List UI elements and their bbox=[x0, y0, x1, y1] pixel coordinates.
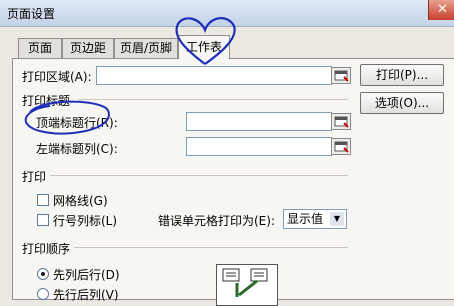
tab-page[interactable]: 页面 bbox=[18, 38, 62, 58]
range-select-icon bbox=[334, 141, 349, 153]
gridlines-checkbox[interactable] bbox=[37, 194, 49, 206]
print-titles-divider bbox=[78, 99, 348, 100]
range-select-icon bbox=[334, 116, 349, 128]
page-order-preview bbox=[216, 264, 278, 306]
tab-margins[interactable]: 页边距 bbox=[62, 38, 114, 58]
row-col-headings-checkbox[interactable] bbox=[37, 214, 49, 226]
top-rows-range-button[interactable] bbox=[331, 113, 351, 130]
window-title: 页面设置 bbox=[7, 7, 56, 21]
page-order-diagram-icon bbox=[222, 268, 268, 297]
down-then-over-label: 先列后行(D) bbox=[53, 268, 120, 282]
cell-errors-select[interactable]: 显示值 ▼ bbox=[283, 209, 347, 229]
row-col-headings-label: 行号列标(L) bbox=[53, 214, 118, 228]
close-button[interactable]: ✕ bbox=[428, 0, 454, 20]
close-icon: ✕ bbox=[437, 2, 448, 17]
options-button[interactable]: 选项(O)... bbox=[360, 92, 444, 114]
page-order-divider bbox=[74, 247, 348, 248]
tab-header-footer[interactable]: 页眉/页脚 bbox=[114, 38, 178, 58]
options-button-label: 选项(O)... bbox=[374, 96, 430, 110]
tab-header-footer-label: 页眉/页脚 bbox=[119, 41, 173, 55]
gridlines-label: 网格线(G) bbox=[53, 194, 108, 208]
range-select-icon bbox=[334, 70, 349, 82]
left-cols-input[interactable] bbox=[186, 137, 332, 156]
heart-annotation-icon bbox=[175, 17, 236, 65]
tab-page-label: 页面 bbox=[27, 41, 52, 55]
radio-selected-dot bbox=[41, 272, 45, 276]
tab-margins-label: 页边距 bbox=[69, 41, 106, 55]
left-cols-range-button[interactable] bbox=[331, 138, 351, 155]
down-then-over-radio[interactable] bbox=[37, 268, 49, 280]
over-then-down-label: 先行后列(V) bbox=[53, 288, 119, 302]
left-cols-label: 左端标题列(C): bbox=[36, 142, 118, 156]
print-area-range-button[interactable] bbox=[331, 67, 351, 84]
circle-annotation-icon bbox=[24, 100, 110, 135]
print-divider bbox=[50, 175, 348, 176]
print-button-label: 打印(P)... bbox=[375, 68, 429, 82]
chevron-down-icon: ▼ bbox=[330, 212, 344, 226]
page-order-heading: 打印顺序 bbox=[22, 242, 71, 256]
print-area-label: 打印区域(A): bbox=[22, 70, 92, 84]
cell-errors-value: 显示值 bbox=[287, 212, 324, 226]
print-button[interactable]: 打印(P)... bbox=[360, 64, 444, 86]
print-area-input[interactable] bbox=[96, 66, 332, 85]
over-then-down-radio[interactable] bbox=[37, 288, 49, 300]
top-rows-input[interactable] bbox=[186, 112, 332, 131]
print-heading: 打印 bbox=[22, 170, 47, 184]
cell-errors-label: 错误单元格打印为(E): bbox=[158, 214, 275, 228]
